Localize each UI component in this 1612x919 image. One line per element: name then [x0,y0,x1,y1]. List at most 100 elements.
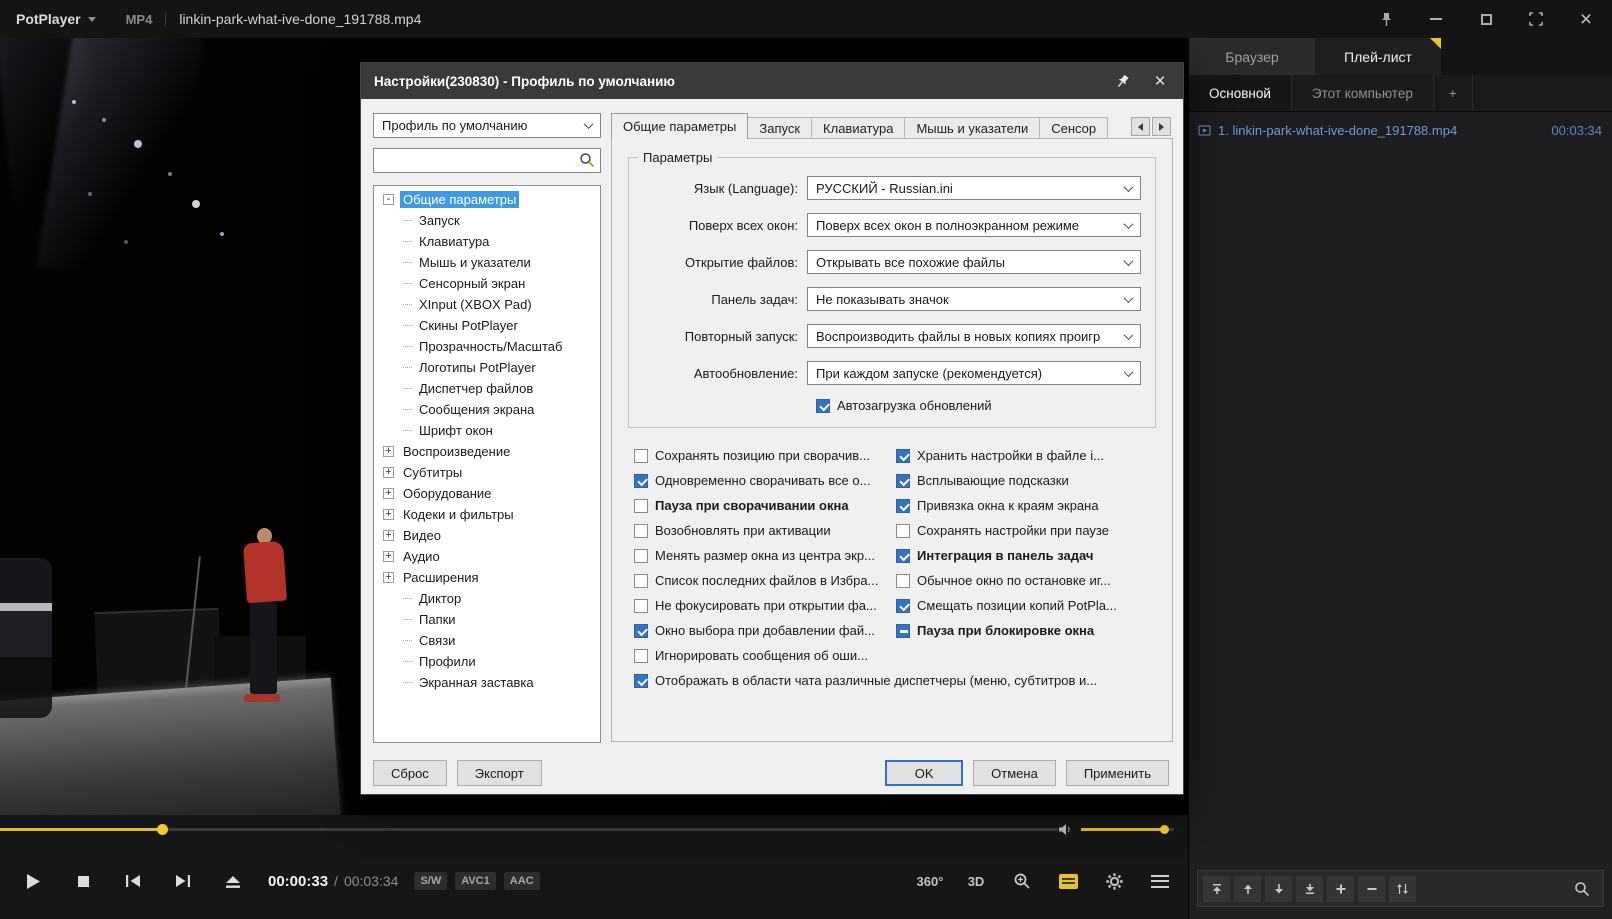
checkbox[interactable] [634,499,648,513]
tree-expand-icon[interactable]: + [383,467,394,478]
tree-expand-icon[interactable]: + [383,530,394,541]
close-button[interactable]: × [1576,9,1596,29]
tree-item[interactable]: + Видео [376,525,598,546]
checkbox-row[interactable]: Одновременно сворачивать все о... [634,473,896,488]
checkbox[interactable] [896,499,910,513]
tree-item[interactable]: Сообщения экрана [376,399,598,420]
reset-button[interactable]: Сброс [373,760,447,786]
app-menu-button[interactable]: PotPlayer [16,11,81,27]
move-top-button[interactable] [1203,876,1230,902]
checkbox-row[interactable]: Интеграция в панель задач [896,548,1158,563]
checkbox[interactable] [896,624,910,638]
settings-tab[interactable]: Общие параметры [611,113,748,139]
tab-scroll-left-button[interactable] [1131,117,1150,136]
playlist-search-button[interactable] [1566,876,1598,902]
param-dropdown[interactable]: Поверх всех окон в полноэкранном режиме [807,213,1141,237]
profile-dropdown[interactable]: Профиль по умолчанию [373,113,601,138]
search-icon[interactable] [579,152,595,168]
playlist-panel-tab[interactable]: Браузер [1189,38,1315,75]
checkbox[interactable] [634,549,648,563]
checkbox[interactable] [896,449,910,463]
tree-expand-icon[interactable]: + [383,446,394,457]
eject-button[interactable] [208,859,258,903]
next-button[interactable] [158,859,208,903]
checkbox[interactable] [896,524,910,538]
settings-tab[interactable]: Клавиатура [811,117,905,139]
tree-item[interactable]: Скины PotPlayer [376,315,598,336]
checkbox-row[interactable]: Менять размер окна из центра экр... [634,548,896,563]
tree-item[interactable]: Клавиатура [376,231,598,252]
tree-item[interactable]: Диспетчер файлов [376,378,598,399]
checkbox[interactable] [634,599,648,613]
seek-bar[interactable] [0,828,1058,831]
volume-thumb[interactable] [1160,825,1169,834]
apply-button[interactable]: Применить [1066,760,1169,786]
tree-item[interactable]: Шрифт окон [376,420,598,441]
tree-expand-icon[interactable]: + [383,488,394,499]
checkbox-row[interactable]: Возобновлять при активации [634,523,896,538]
param-dropdown[interactable]: Воспроизводить файлы в новых копиях прои… [807,324,1141,348]
pin-button[interactable] [1376,9,1396,29]
checkbox[interactable] [634,624,648,638]
dialog-titlebar[interactable]: Настройки(230830) - Профиль по умолчанию… [361,63,1183,99]
fullscreen-button[interactable] [1526,9,1546,29]
checkbox-row[interactable]: Привязка окна к краям экрана [896,498,1158,513]
rotate-360-button[interactable]: 360° [910,860,950,902]
stop-button[interactable] [58,859,108,903]
checkbox[interactable] [634,524,648,538]
settings-tab[interactable]: Запуск [747,117,812,139]
tree-item[interactable]: XInput (XBOX Pad) [376,294,598,315]
tree-item[interactable]: + Воспроизведение [376,441,598,462]
checkbox-row[interactable]: Смещать позиции копий PotPla... [896,598,1158,613]
tree-item[interactable]: - Общие параметры [376,189,598,210]
previous-button[interactable] [108,859,158,903]
param-dropdown[interactable]: РУССКИЙ - Russian.ini [807,176,1141,200]
menu-button[interactable] [1140,860,1180,902]
settings-search-input[interactable] [373,148,601,173]
maximize-button[interactable] [1476,9,1496,29]
checkbox-row[interactable]: Всплывающие подсказки [896,473,1158,488]
checkbox[interactable] [634,474,648,488]
tree-item[interactable]: Диктор [376,588,598,609]
checkbox[interactable] [896,549,910,563]
3d-mode-button[interactable]: 3D [956,860,996,902]
dialog-pin-button[interactable] [1112,71,1132,91]
tree-item[interactable]: Связи [376,630,598,651]
tree-item[interactable]: Профили [376,651,598,672]
tree-item[interactable]: + Аудио [376,546,598,567]
playlist-item[interactable]: 1. linkin-park-what-ive-done_191788.mp4 … [1189,117,1612,144]
tree-item[interactable]: Папки [376,609,598,630]
tab-scroll-right-button[interactable] [1152,117,1171,136]
param-dropdown[interactable]: При каждом запуске (рекомендуется) [807,361,1141,385]
checkbox-row[interactable]: Не фокусировать при открытии фа... [634,598,896,613]
tree-item[interactable]: Сенсорный экран [376,273,598,294]
param-dropdown[interactable]: Открывать все похожие файлы [807,250,1141,274]
checkbox[interactable] [634,674,648,688]
checkbox-row[interactable]: Пауза при блокировке окна [896,623,1158,638]
checkbox-row[interactable]: Список последних файлов в Избра... [634,573,896,588]
sort-button[interactable] [1389,876,1416,902]
ok-button[interactable]: OK [885,760,963,786]
speaker-icon[interactable] [1058,823,1073,836]
tree-expand-icon[interactable]: - [383,194,394,205]
tree-item[interactable]: + Расширения [376,567,598,588]
checkbox-row[interactable]: Отображать в области чата различные дисп… [634,673,1160,688]
tree-expand-icon[interactable]: + [383,509,394,520]
play-button[interactable] [8,859,58,903]
tree-expand-icon[interactable]: + [383,572,394,583]
autoload-updates-checkbox-row[interactable]: Автозагрузка обновлений [816,398,1141,413]
tree-item[interactable]: Логотипы PotPlayer [376,357,598,378]
cancel-button[interactable]: Отмена [973,760,1056,786]
seek-thumb[interactable] [157,824,168,835]
checkbox-row[interactable]: Окно выбора при добавлении фай... [634,623,896,638]
tree-item[interactable]: Мышь и указатели [376,252,598,273]
checkbox-row[interactable]: Хранить настройки в файле i... [896,448,1158,463]
checkbox[interactable] [816,399,830,413]
checkbox-row[interactable]: Сохранять настройки при паузе [896,523,1158,538]
tree-item[interactable]: + Субтитры [376,462,598,483]
checkbox-row[interactable]: Пауза при сворачивании окна [634,498,896,513]
move-down-button[interactable] [1265,876,1292,902]
subtitles-button[interactable] [1048,860,1088,902]
move-up-button[interactable] [1234,876,1261,902]
settings-tab[interactable]: Сенсор [1039,117,1108,139]
